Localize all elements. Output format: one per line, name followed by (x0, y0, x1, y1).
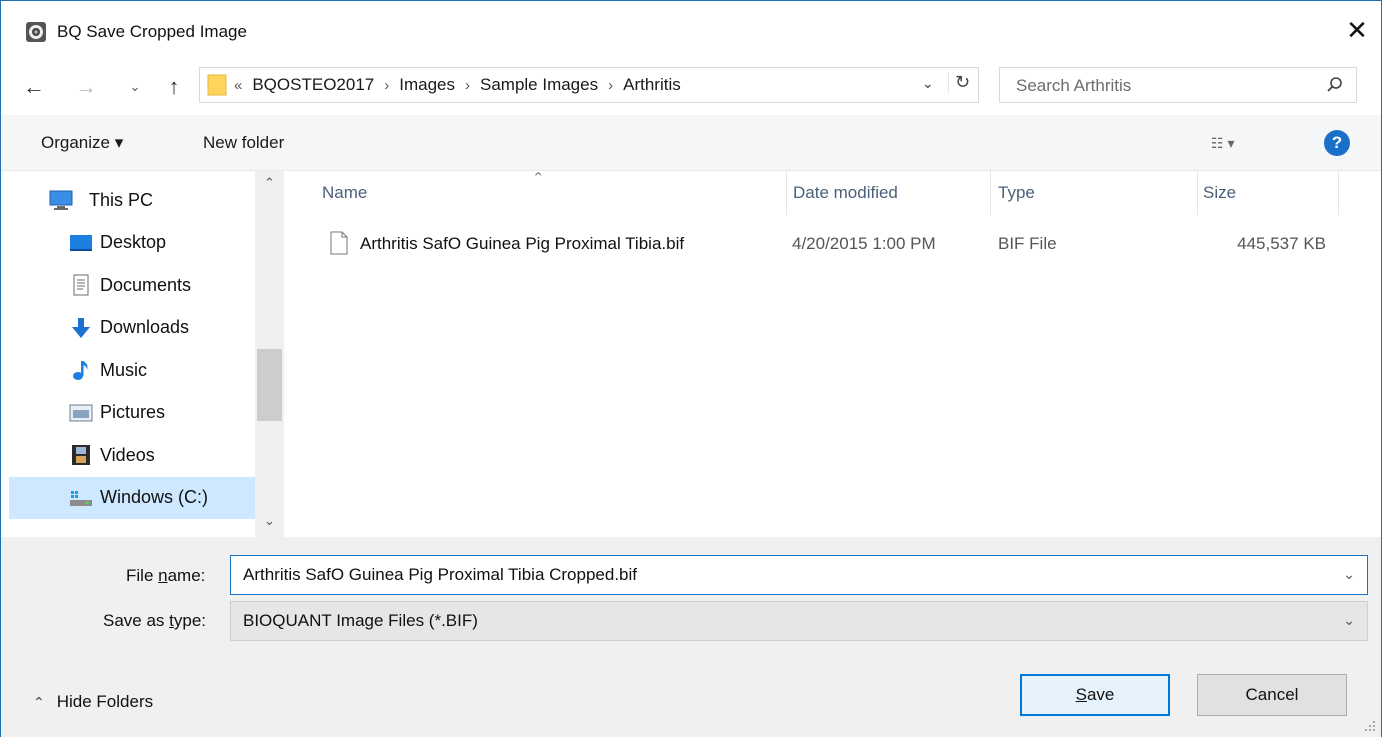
file-name-label: File name: (126, 566, 206, 585)
save-as-type-label: Save as type: (103, 611, 207, 630)
date-modified-cell: 4/20/2015 1:00 PM (792, 234, 936, 253)
nav-scrollbar[interactable]: ⌃ ⌄ (255, 171, 284, 537)
sidebar-item-label: Desktop (100, 232, 167, 253)
file-icon (330, 231, 348, 255)
music-icon (73, 361, 88, 380)
nav-tree: This PC Desktop Documents Downloads Musi… (9, 179, 255, 519)
file-list: ⌃ Name Date modified Type Size Arthritis… (284, 170, 1381, 537)
title-bar: BQ Save Cropped Image ✕ (1, 1, 1381, 59)
breadcrumb-item[interactable]: BQOSTEO2017 (252, 75, 374, 95)
recent-locations-button[interactable]: ⌄ (125, 73, 145, 101)
save-button-label: Save (1075, 685, 1115, 704)
chevron-down-icon[interactable]: ⌄ (1343, 566, 1355, 583)
breadcrumb-item[interactable]: Arthritis (623, 75, 681, 95)
sidebar-item-label: Downloads (100, 317, 190, 338)
sidebar-item-music[interactable]: Music (9, 349, 255, 392)
breadcrumb: « BQOSTEO2017 › Images › Sample Images ›… (234, 75, 681, 95)
close-icon: ✕ (1346, 14, 1368, 45)
chevron-down-icon[interactable]: ⌄ (1343, 612, 1355, 629)
sidebar-item-this-pc[interactable]: This PC (9, 179, 255, 222)
file-name-field[interactable] (243, 565, 1323, 585)
back-arrow-icon: ← (23, 74, 45, 99)
sidebar-item-desktop[interactable]: Desktop (9, 222, 255, 265)
navigation-pane: This PC Desktop Documents Downloads Musi… (1, 171, 284, 537)
hide-folders-button[interactable]: ⌃ Hide Folders (33, 692, 153, 712)
scroll-thumb[interactable] (257, 349, 282, 421)
resize-grip-icon[interactable] (1365, 721, 1375, 731)
cancel-button-label: Cancel (1245, 685, 1299, 704)
breadcrumb-separator-icon[interactable]: › (608, 77, 613, 94)
sidebar-item-documents[interactable]: Documents (9, 264, 255, 307)
pictures-icon (69, 404, 93, 421)
address-dropdown-icon[interactable]: ⌄ (922, 75, 934, 92)
sidebar-item-downloads[interactable]: Downloads (9, 307, 255, 350)
chevron-up-icon: ⌃ (33, 693, 45, 710)
save-button[interactable]: Save (1020, 674, 1170, 716)
type-cell: BIF File (998, 234, 1057, 253)
videos-icon (72, 445, 90, 465)
cancel-button[interactable]: Cancel (1197, 674, 1347, 716)
save-dialog: BQ Save Cropped Image ✕ ← → ⌄ ↑ « BQOSTE… (0, 0, 1382, 737)
breadcrumb-item[interactable]: Sample Images (480, 75, 598, 95)
folder-icon (207, 74, 227, 96)
sidebar-item-label: This PC (89, 189, 154, 210)
sidebar-item-label: Pictures (100, 402, 166, 423)
downloads-icon (72, 317, 90, 338)
help-button[interactable]: ? (1324, 130, 1350, 156)
desktop-icon (70, 234, 92, 251)
up-arrow-icon: ↑ (168, 74, 180, 99)
overflow-icon[interactable]: « (234, 77, 242, 94)
navigation-row: ← → ⌄ ↑ « BQOSTEO2017 › Images › Sample … (1, 59, 1381, 115)
sidebar-item-videos[interactable]: Videos (9, 434, 255, 477)
sidebar-item-label: Windows (C:) (100, 487, 209, 508)
command-bar: Organize ▾ New folder ☷ ▾ ? (1, 115, 1381, 171)
breadcrumb-separator-icon[interactable]: › (384, 77, 389, 94)
window-title: BQ Save Cropped Image (57, 22, 247, 41)
back-button[interactable]: ← (19, 73, 49, 101)
table-row[interactable]: Arthritis SafO Guinea Pig Proximal Tibia… (318, 227, 1338, 261)
search-input[interactable] (1016, 76, 1316, 96)
hide-folders-label: Hide Folders (56, 692, 154, 711)
chevron-down-icon: ⌄ (129, 79, 141, 94)
scroll-down-icon[interactable]: ⌄ (255, 513, 284, 533)
column-header-type[interactable]: Type (990, 171, 1190, 215)
sidebar-item-label: Videos (100, 444, 155, 465)
save-as-type-select[interactable]: BIOQUANT Image Files (*.BIF) ⌄ (230, 601, 1368, 641)
column-header-name[interactable]: Name (322, 171, 774, 215)
size-cell: 445,537 KB (1237, 234, 1326, 253)
computer-icon (49, 190, 73, 210)
sidebar-item-pictures[interactable]: Pictures (9, 392, 255, 435)
breadcrumb-separator-icon[interactable]: › (465, 77, 470, 94)
sidebar-item-windows-c[interactable]: Windows (C:) (9, 476, 255, 519)
column-divider (1338, 171, 1339, 215)
sidebar-item-label: Music (100, 359, 148, 380)
refresh-icon[interactable]: ↻ (948, 72, 970, 93)
sidebar-item-label: Documents (100, 274, 192, 295)
file-name-cell: Arthritis SafO Guinea Pig Proximal Tibia… (360, 234, 685, 253)
close-button[interactable]: ✕ (1333, 1, 1381, 59)
help-icon: ? (1331, 133, 1343, 152)
address-bar[interactable]: « BQOSTEO2017 › Images › Sample Images ›… (199, 67, 979, 103)
change-view-button[interactable]: ☷ ▾ (1211, 135, 1234, 152)
up-button[interactable]: ↑ (161, 73, 187, 101)
column-header-date-modified[interactable]: Date modified (786, 171, 986, 215)
file-name-combobox[interactable]: ⌄ (230, 555, 1368, 595)
forward-button[interactable]: → (71, 73, 101, 101)
breadcrumb-item[interactable]: Images (399, 75, 455, 95)
save-form: File name: ⌄ Save as type: BIOQUANT Imag… (1, 537, 1381, 737)
save-as-type-value: BIOQUANT Image Files (*.BIF) (243, 611, 478, 630)
search-box[interactable] (999, 67, 1357, 103)
column-header-size[interactable]: Size (1197, 171, 1337, 215)
app-icon (26, 22, 46, 42)
organize-button[interactable]: Organize ▾ (41, 133, 123, 153)
drive-icon (70, 490, 92, 506)
forward-arrow-icon: → (75, 74, 97, 99)
new-folder-button[interactable]: New folder (203, 133, 284, 153)
documents-icon (73, 274, 89, 296)
search-icon[interactable] (1326, 76, 1344, 94)
scroll-up-icon[interactable]: ⌃ (255, 175, 284, 195)
